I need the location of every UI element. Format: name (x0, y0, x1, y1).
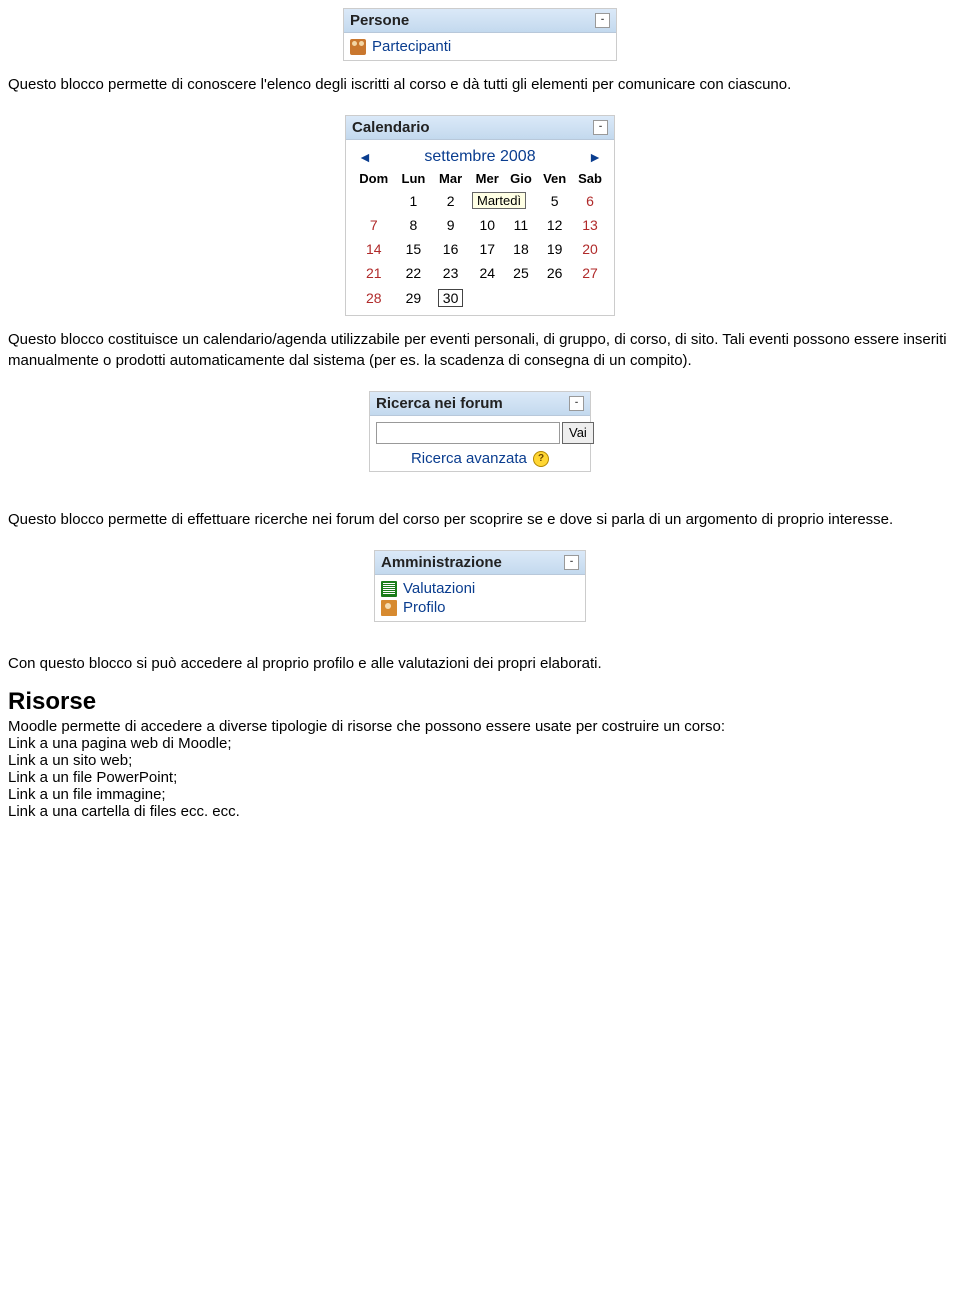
calendar-dayname: Sab (572, 168, 608, 189)
calendar-day[interactable]: 15 (395, 237, 431, 261)
collapse-icon[interactable]: - (564, 555, 579, 570)
advanced-search-link[interactable]: Ricerca avanzata (411, 450, 527, 467)
calendar-day[interactable]: 20 (572, 237, 608, 261)
calendar-day (352, 189, 395, 213)
collapse-icon[interactable]: - (593, 120, 608, 135)
calendario-title: Calendario (352, 119, 430, 136)
persone-item[interactable]: Partecipanti (350, 37, 610, 56)
calendar-day[interactable]: 23 (431, 261, 470, 285)
calendar-day[interactable]: 24 (470, 261, 505, 285)
calendar-day[interactable]: 13 (572, 213, 608, 237)
paragraph-persone: Questo blocco permette di conoscere l'el… (8, 75, 952, 95)
calendar-dayname: Ven (537, 168, 572, 189)
calendario-header: Calendario - (346, 116, 614, 140)
calendar-day (572, 285, 608, 311)
search-go-button[interactable]: Vai (562, 422, 594, 444)
calendar-month-link[interactable]: settembre 2008 (424, 148, 535, 166)
paragraph-ricerca: Questo blocco permette di effettuare ric… (8, 510, 952, 530)
admin-header: Amministrazione - (375, 551, 585, 575)
admin-block: Amministrazione - Valutazioni Profilo (374, 550, 586, 622)
profilo-link[interactable]: Profilo (403, 599, 446, 616)
calendar-day[interactable]: 27 (572, 261, 608, 285)
calendar-day[interactable]: 4 (505, 189, 538, 213)
calendar-dayname: Dom (352, 168, 395, 189)
calendar-day (537, 285, 572, 311)
prev-month-icon[interactable]: ◄ (358, 149, 372, 165)
calendar-day[interactable]: 17 (470, 237, 505, 261)
calendar-dayname: Mer (470, 168, 505, 189)
calendar-day[interactable]: 9 (431, 213, 470, 237)
calendar-day[interactable]: 30 (431, 285, 470, 311)
risorse-item: Link a un file immagine; (8, 786, 952, 803)
calendar-day[interactable]: 1 (395, 189, 431, 213)
calendario-body: ◄ settembre 2008 ► DomLunMarMerGioVenSab… (346, 140, 614, 315)
paragraph-admin: Con questo blocco si può accedere al pro… (8, 654, 952, 674)
calendar-day[interactable]: 26 (537, 261, 572, 285)
collapse-icon[interactable]: - (569, 396, 584, 411)
calendar-day[interactable]: 25 (505, 261, 538, 285)
ricerca-title: Ricerca nei forum (376, 395, 503, 412)
paragraph-calendario: Questo blocco costituisce un calendario/… (8, 330, 952, 371)
calendar-day[interactable]: 22 (395, 261, 431, 285)
partecipanti-link[interactable]: Partecipanti (372, 38, 451, 55)
calendar-day[interactable]: 19 (537, 237, 572, 261)
admin-item-valutazioni[interactable]: Valutazioni (381, 579, 579, 598)
risorse-item: Link a una cartella di files ecc. ecc. (8, 803, 952, 820)
calendar-grid: DomLunMarMerGioVenSab 123456789101112131… (352, 168, 608, 311)
calendar-day (505, 285, 538, 311)
calendar-day[interactable]: 28 (352, 285, 395, 311)
calendar-day[interactable]: 7 (352, 213, 395, 237)
calendar-day[interactable]: 8 (395, 213, 431, 237)
calendar-day[interactable]: 12 (537, 213, 572, 237)
grades-icon (381, 581, 397, 597)
people-icon (350, 39, 366, 55)
calendar-day[interactable]: 16 (431, 237, 470, 261)
persone-block: Persone - Partecipanti (343, 8, 617, 61)
ricerca-block: Ricerca nei forum - Vai Ricerca avanzata… (369, 391, 591, 472)
calendar-day[interactable]: 2 (431, 189, 470, 213)
search-input[interactable] (376, 422, 560, 444)
calendar-day[interactable]: 3 (470, 189, 505, 213)
collapse-icon[interactable]: - (595, 13, 610, 28)
risorse-intro: Moodle permette di accedere a diverse ti… (8, 718, 952, 735)
admin-title: Amministrazione (381, 554, 502, 571)
risorse-item: Link a un file PowerPoint; (8, 769, 952, 786)
calendar-day[interactable]: 10 (470, 213, 505, 237)
calendar-day[interactable]: 29 (395, 285, 431, 311)
profile-icon (381, 600, 397, 616)
risorse-list: Link a una pagina web di Moodle;Link a u… (8, 735, 952, 820)
valutazioni-link[interactable]: Valutazioni (403, 580, 475, 597)
calendario-block: Calendario - ◄ settembre 2008 ► DomLunMa… (345, 115, 615, 316)
next-month-icon[interactable]: ► (588, 149, 602, 165)
persone-title: Persone (350, 12, 409, 29)
calendar-dayname: Mar (431, 168, 470, 189)
risorse-item: Link a un sito web; (8, 752, 952, 769)
calendar-day[interactable]: 21 (352, 261, 395, 285)
risorse-heading: Risorse (8, 688, 952, 716)
calendar-day[interactable]: 6 (572, 189, 608, 213)
help-icon[interactable]: ? (533, 451, 549, 467)
calendar-day[interactable]: 11 (505, 213, 538, 237)
persone-header: Persone - (344, 9, 616, 33)
calendar-day (470, 285, 505, 311)
calendar-day[interactable]: 18 (505, 237, 538, 261)
calendar-day[interactable]: 5 (537, 189, 572, 213)
ricerca-header: Ricerca nei forum - (370, 392, 590, 416)
calendar-dayname: Lun (395, 168, 431, 189)
calendar-dayname: Gio (505, 168, 538, 189)
admin-item-profilo[interactable]: Profilo (381, 598, 579, 617)
risorse-item: Link a una pagina web di Moodle; (8, 735, 952, 752)
calendar-day[interactable]: 14 (352, 237, 395, 261)
